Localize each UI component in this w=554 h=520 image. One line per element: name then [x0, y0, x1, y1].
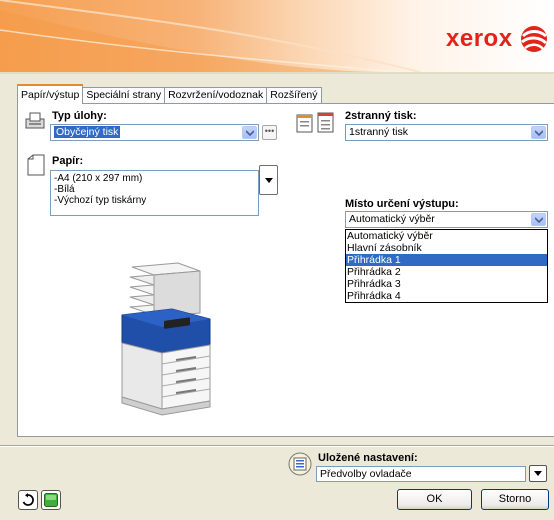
- duplex-icon: [296, 112, 334, 133]
- output-destination-select[interactable]: Automatický výběr: [345, 211, 548, 228]
- job-type-icon: [25, 112, 45, 129]
- job-type-dropdown-arrow[interactable]: [242, 126, 257, 139]
- restore-icon: [22, 493, 34, 506]
- caret-down-icon: [534, 471, 542, 476]
- chevron-down-icon: [534, 216, 543, 223]
- duplex-select[interactable]: 1stranný tisk: [345, 124, 548, 141]
- paper-icon: [27, 154, 45, 176]
- option-bin-3[interactable]: Přihrádka 3: [346, 278, 547, 290]
- restore-defaults-button[interactable]: [18, 490, 38, 510]
- printer-mailbox-bins: [129, 262, 201, 318]
- option-bin-4[interactable]: Přihrádka 4: [346, 290, 547, 302]
- paper-color: -Bílá: [54, 184, 75, 195]
- output-destination-list: Automatický výběr Hlavní zásobník Přihrá…: [345, 229, 548, 303]
- tab-paper-output[interactable]: Papír/výstup: [17, 84, 84, 104]
- option-bin-1[interactable]: Přihrádka 1: [346, 254, 547, 266]
- caret-down-icon: [264, 177, 273, 183]
- tab-strip: Papír/výstup Speciální strany Rozvržení/…: [17, 84, 322, 104]
- status-button[interactable]: [41, 490, 61, 510]
- logo-text: xerox: [446, 25, 513, 52]
- paper-type: -Výchozí typ tiskárny: [54, 195, 147, 206]
- saved-settings-select[interactable]: Předvolby ovladače: [316, 466, 526, 482]
- xerox-logo: xerox: [446, 24, 549, 54]
- output-destination-label: Místo určení výstupu:: [345, 198, 459, 210]
- status-icon: [44, 493, 58, 507]
- tab-special-pages[interactable]: Speciální strany: [82, 87, 166, 104]
- header-banner: xerox: [0, 0, 554, 72]
- saved-settings-icon: [288, 452, 312, 476]
- cancel-button[interactable]: Storno: [481, 489, 549, 510]
- duplex-label: 2stranný tisk:: [345, 110, 417, 122]
- paper-summary: -A4 (210 x 297 mm) -Bílá -Výchozí typ ti…: [50, 170, 259, 216]
- saved-settings-label: Uložené nastavení:: [318, 452, 418, 464]
- output-destination-dropdown-arrow[interactable]: [531, 213, 546, 226]
- output-destination-value: Automatický výběr: [349, 213, 435, 225]
- tab-layout-watermark[interactable]: Rozvržení/vodoznak: [164, 87, 268, 104]
- job-type-more-button[interactable]: •••: [262, 125, 277, 140]
- chevron-down-icon: [534, 129, 543, 136]
- printer-illustration: [121, 262, 211, 416]
- banner-divider: [0, 72, 554, 74]
- saved-settings-menu-button[interactable]: [529, 465, 547, 482]
- duplex-value: 1stranný tisk: [349, 126, 408, 138]
- ok-button[interactable]: OK: [397, 489, 472, 510]
- paper-size: -A4 (210 x 297 mm): [54, 173, 143, 184]
- paper-label: Papír:: [52, 155, 84, 167]
- option-bin-2[interactable]: Přihrádka 2: [346, 266, 547, 278]
- job-type-select[interactable]: Obyčejný tisk: [50, 124, 259, 141]
- duplex-dropdown-arrow[interactable]: [531, 126, 546, 139]
- job-type-value: Obyčejný tisk: [54, 126, 121, 138]
- xerox-ball-icon: [520, 26, 547, 52]
- footer-divider-highlight: [0, 446, 554, 447]
- job-type-label: Typ úlohy:: [52, 110, 107, 122]
- option-auto[interactable]: Automatický výběr: [346, 230, 547, 242]
- chevron-down-icon: [245, 129, 254, 136]
- paper-menu-button[interactable]: [259, 165, 278, 195]
- tab-advanced[interactable]: Rozšířený: [266, 87, 322, 104]
- option-main-tray[interactable]: Hlavní zásobník: [346, 242, 547, 254]
